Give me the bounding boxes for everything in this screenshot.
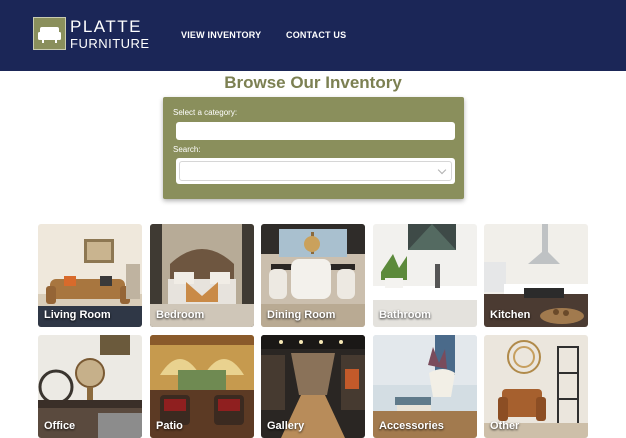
tile-label: Bedroom (156, 309, 205, 321)
site-header: PLATTE FURNITURE VIEW INVENTORY CONTACT … (0, 0, 626, 71)
tile-label: Dining Room (267, 309, 336, 321)
logo-text-furniture: FURNITURE (70, 35, 150, 51)
category-tile-bedroom[interactable]: Bedroom (150, 224, 254, 327)
category-input[interactable] (176, 122, 455, 140)
chevron-down-icon (437, 165, 447, 175)
category-tile-bathroom[interactable]: Bathroom (373, 224, 477, 327)
category-tile-other[interactable]: Other (484, 335, 588, 438)
page-title: Browse Our Inventory (224, 73, 402, 92)
tile-label: Accessories (379, 420, 444, 432)
armchair-icon (33, 17, 66, 50)
tile-label: Gallery (267, 420, 305, 432)
nav-view-inventory[interactable]: VIEW INVENTORY (181, 30, 261, 40)
tile-label: Living Room (44, 309, 111, 321)
search-label: Search: (173, 145, 201, 154)
category-tile-office[interactable]: Office (38, 335, 142, 438)
tile-label: Other (490, 420, 520, 432)
logo-text-platte: PLATTE (70, 16, 142, 36)
category-tile-patio[interactable]: Patio (150, 335, 254, 438)
category-tile-living-room[interactable]: Living Room (38, 224, 142, 327)
tile-label: Patio (156, 420, 183, 432)
category-tile-kitchen[interactable]: Kitchen (484, 224, 588, 327)
logo[interactable]: PLATTE FURNITURE (33, 17, 150, 50)
tile-label: Bathroom (379, 309, 431, 321)
category-tile-gallery[interactable]: Gallery (261, 335, 365, 438)
search-select[interactable] (176, 158, 455, 184)
filter-panel: Select a category: Search: (163, 97, 464, 199)
tile-label: Office (44, 420, 76, 432)
category-tile-accessories[interactable]: Accessories (373, 335, 477, 438)
tile-label: Kitchen (490, 309, 531, 321)
nav-contact-us[interactable]: CONTACT US (286, 30, 346, 40)
category-tile-dining-room[interactable]: Dining Room (261, 224, 365, 327)
category-label: Select a category: (173, 108, 238, 117)
